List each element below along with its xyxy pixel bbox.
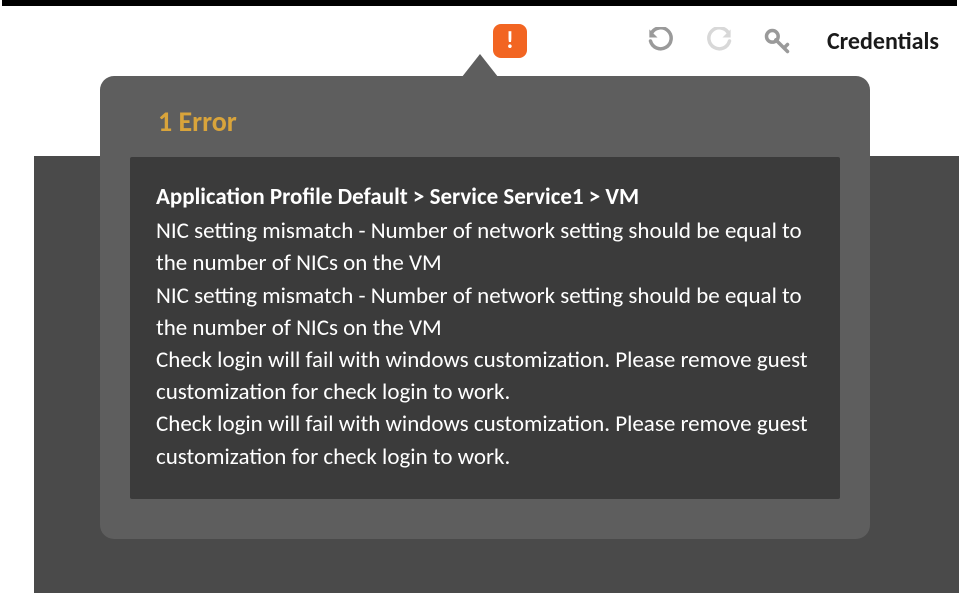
- alert-button[interactable]: !: [493, 24, 527, 58]
- error-message: Check login will fail with windows custo…: [156, 344, 814, 408]
- error-details-box: Application Profile Default > Service Se…: [130, 157, 840, 499]
- redo-icon: [705, 27, 733, 55]
- key-icon: [763, 27, 791, 55]
- credentials-button[interactable]: [763, 27, 791, 55]
- content-area: 1 Error Application Profile Default > Se…: [0, 76, 959, 593]
- undo-icon: [647, 27, 675, 55]
- error-message: NIC setting mismatch - Number of network…: [156, 280, 814, 344]
- undo-button[interactable]: [647, 27, 675, 55]
- error-message: Check login will fail with windows custo…: [156, 408, 814, 472]
- credentials-label: Credentials: [827, 27, 939, 56]
- exclamation-icon: !: [506, 29, 514, 53]
- error-breadcrumb: Application Profile Default > Service Se…: [156, 181, 814, 213]
- error-message: NIC setting mismatch - Number of network…: [156, 215, 814, 279]
- redo-button[interactable]: [705, 27, 733, 55]
- popover-arrow: [458, 54, 502, 82]
- error-count-title: 1 Error: [158, 104, 840, 139]
- error-popover: 1 Error Application Profile Default > Se…: [100, 76, 870, 539]
